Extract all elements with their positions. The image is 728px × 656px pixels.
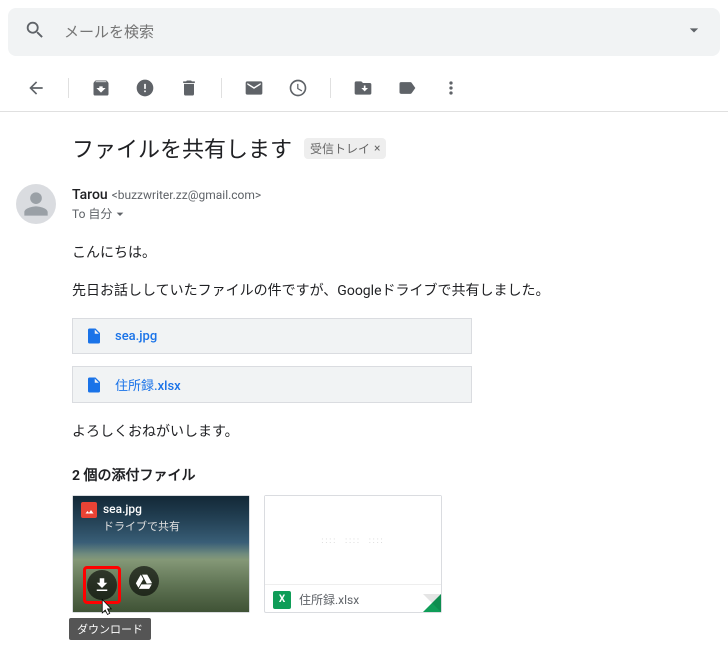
search-bar bbox=[8, 8, 720, 56]
drive-file-icon bbox=[85, 327, 103, 345]
drive-link-addressbook[interactable]: 住所録.xlsx bbox=[72, 366, 472, 403]
attachment-name: 住所録.xlsx bbox=[299, 591, 359, 608]
body-closing: よろしくおねがいします。 bbox=[72, 421, 712, 441]
search-dropdown-icon[interactable] bbox=[684, 20, 704, 44]
drive-link-sea[interactable]: sea.jpg bbox=[72, 318, 472, 354]
back-button[interactable] bbox=[16, 68, 56, 108]
label-button[interactable] bbox=[387, 68, 427, 108]
delete-button[interactable] bbox=[169, 68, 209, 108]
chevron-down-icon bbox=[112, 206, 128, 222]
drive-icon bbox=[135, 572, 153, 590]
label-text: 受信トレイ bbox=[310, 140, 370, 157]
mail-body: こんにちは。 先日お話ししていたファイルの件ですが、Googleドライブで共有し… bbox=[72, 242, 712, 613]
attachment-footer: X 住所録.xlsx bbox=[265, 584, 441, 614]
to-row[interactable]: To 自分 bbox=[72, 205, 712, 222]
sender-email: <buzzwriter.zz@gmail.com> bbox=[112, 188, 262, 202]
attachment-card-xlsx[interactable]: :::: :::: :::: X 住所録.xlsx bbox=[264, 495, 442, 613]
highlight-box bbox=[83, 566, 121, 604]
xlsx-type-icon: X bbox=[273, 591, 291, 609]
drive-link-name: sea.jpg bbox=[115, 329, 157, 344]
corner-fold-icon bbox=[423, 594, 441, 612]
move-button[interactable] bbox=[343, 68, 383, 108]
subject-row: ファイルを共有します 受信トレイ × bbox=[72, 132, 712, 164]
sender-name: Tarou bbox=[72, 187, 108, 203]
remove-label-icon[interactable]: × bbox=[374, 141, 380, 155]
attachments-row: sea.jpg ドライブで共有 bbox=[72, 495, 712, 613]
search-input[interactable] bbox=[62, 23, 684, 42]
spam-button[interactable] bbox=[125, 68, 165, 108]
card-header: sea.jpg ドライブで共有 bbox=[81, 502, 241, 534]
body-greeting: こんにちは。 bbox=[72, 242, 712, 262]
sender-row: Tarou <buzzwriter.zz@gmail.com> To 自分 bbox=[16, 184, 712, 224]
separator bbox=[68, 78, 69, 98]
drive-link-name: 住所録.xlsx bbox=[115, 375, 181, 394]
attachment-name: sea.jpg bbox=[103, 502, 180, 516]
more-button[interactable] bbox=[431, 68, 471, 108]
avatar[interactable] bbox=[16, 184, 56, 224]
attachment-card-sea[interactable]: sea.jpg ドライブで共有 bbox=[72, 495, 250, 613]
mark-unread-button[interactable] bbox=[234, 68, 274, 108]
content-area: ファイルを共有します 受信トレイ × Tarou <buzzwriter.zz@… bbox=[0, 112, 728, 633]
drive-file-icon bbox=[85, 376, 103, 394]
subject-text: ファイルを共有します bbox=[72, 132, 292, 164]
body-line-1: 先日お話ししていたファイルの件ですが、Googleドライブで共有しました。 bbox=[72, 280, 712, 300]
attachment-sub: ドライブで共有 bbox=[103, 518, 180, 534]
archive-button[interactable] bbox=[81, 68, 121, 108]
search-icon bbox=[24, 19, 46, 45]
download-button[interactable] bbox=[87, 570, 117, 600]
download-icon bbox=[93, 576, 111, 594]
attachment-thumbnail: :::: :::: :::: bbox=[265, 496, 441, 584]
hover-actions bbox=[83, 566, 159, 604]
to-target: 自分 bbox=[88, 205, 112, 222]
to-prefix: To bbox=[72, 207, 85, 221]
attachments-title: 2 個の添付ファイル bbox=[72, 465, 712, 485]
download-tooltip: ダウンロード bbox=[69, 618, 151, 640]
image-type-icon bbox=[81, 502, 97, 518]
separator bbox=[221, 78, 222, 98]
sender-info: Tarou <buzzwriter.zz@gmail.com> To 自分 bbox=[72, 184, 712, 224]
inbox-label-chip[interactable]: 受信トレイ × bbox=[304, 138, 386, 159]
toolbar bbox=[0, 64, 728, 112]
snooze-button[interactable] bbox=[278, 68, 318, 108]
save-to-drive-button[interactable] bbox=[129, 566, 159, 596]
separator bbox=[330, 78, 331, 98]
attachment-thumbnail: sea.jpg ドライブで共有 bbox=[73, 496, 249, 612]
